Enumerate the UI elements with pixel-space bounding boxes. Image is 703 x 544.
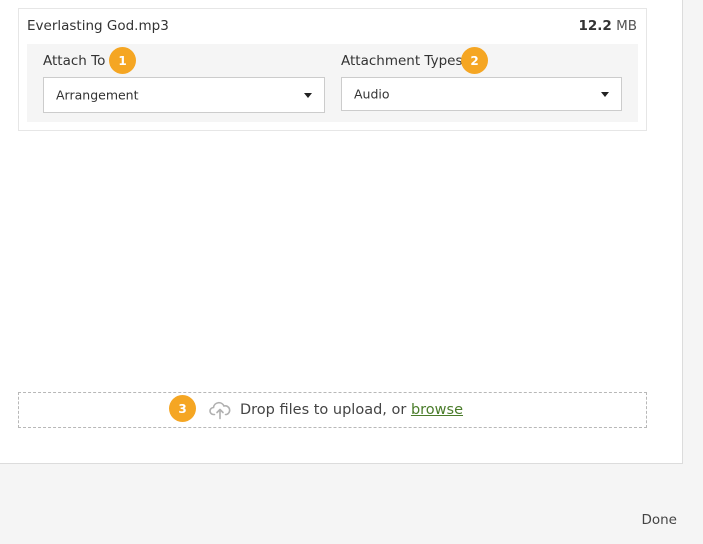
file-size: 12.2 MB [578,18,637,34]
file-size-unit: MB [616,18,637,34]
attachment-options: Attach To 1 Arrangement Attachment Types… [27,44,638,122]
file-card: Everlasting God.mp3 12.2 MB Attach To 1 … [18,8,647,131]
cloud-upload-icon [209,400,231,420]
attach-to-value: Arrangement [56,87,139,103]
step-3-badge: 3 [169,395,196,422]
done-button[interactable]: Done [641,512,677,528]
caret-down-icon [304,93,312,98]
dropzone-text: Drop files to upload, or browse [240,402,463,418]
attach-to-select[interactable]: Arrangement [43,77,325,113]
file-dropzone[interactable]: 3 Drop files to upload, or browse [18,392,647,428]
dropzone-instruction: Drop files to upload, or [240,402,411,418]
caret-down-icon [601,92,609,97]
attach-to-label: Attach To [43,53,106,69]
file-size-value: 12.2 [578,18,612,34]
step-1-badge: 1 [109,47,136,74]
file-name: Everlasting God.mp3 [27,18,169,34]
browse-link[interactable]: browse [411,402,463,418]
attachment-types-select[interactable]: Audio [341,77,622,111]
step-2-badge: 2 [461,47,488,74]
attachment-types-value: Audio [354,86,390,102]
attachment-types-label: Attachment Types [341,53,463,69]
upload-panel: Everlasting God.mp3 12.2 MB Attach To 1 … [0,0,683,464]
